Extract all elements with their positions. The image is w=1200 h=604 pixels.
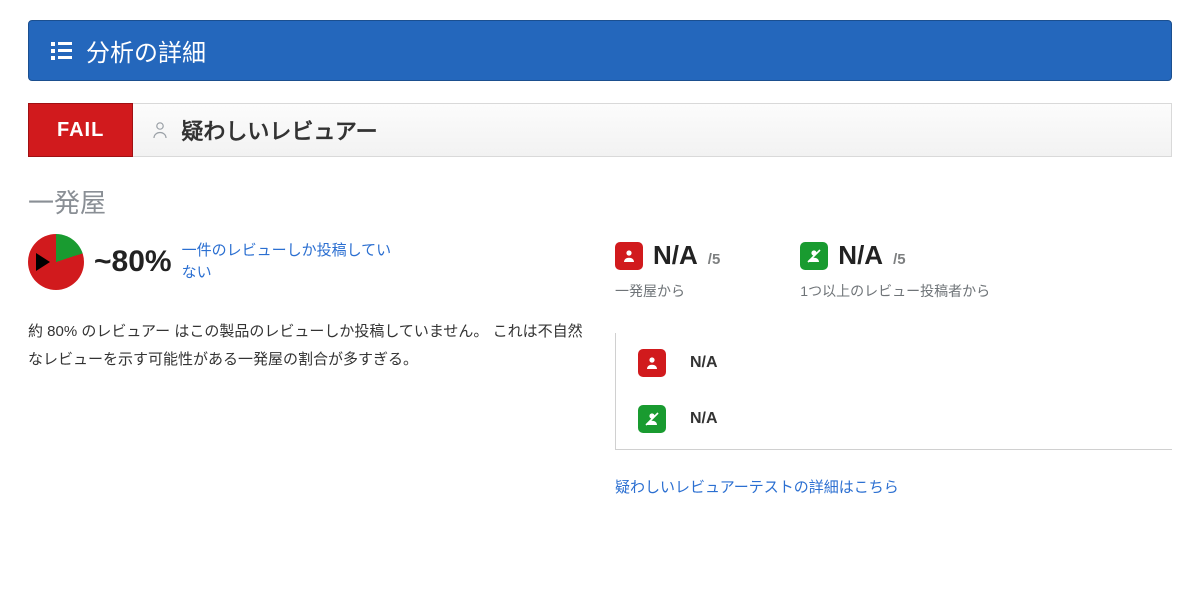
header-title: 分析の詳細: [86, 33, 206, 68]
one-hit-reviewer-icon: [638, 349, 666, 377]
status-badge-fail: FAIL: [28, 103, 133, 157]
pie-chart[interactable]: [28, 234, 84, 290]
list-item: N/A: [638, 405, 1172, 433]
stat-suffix: /5: [708, 251, 721, 268]
multi-reviewer-icon: [800, 242, 828, 270]
status-badge-label: FAIL: [57, 119, 104, 142]
stat-suffix: /5: [893, 251, 906, 268]
list-item: N/A: [638, 349, 1172, 377]
section-header-row: FAIL 疑わしいレビュアー: [28, 103, 1172, 157]
list-item-value: N/A: [690, 354, 718, 372]
section-title-bar[interactable]: 疑わしいレビュアー: [133, 103, 1172, 157]
description-paragraph: 約 80% のレビュアー はこの製品のレビューしか投稿していません。 これは不自…: [28, 318, 585, 374]
list-item-value: N/A: [690, 410, 718, 428]
multi-reviewer-icon: [638, 405, 666, 433]
percentage-value: ~80%: [94, 245, 172, 279]
stat-one-hit: N/A /5 一発屋から: [615, 240, 720, 301]
percentage-stat-row: ~80% 一件のレビューしか投稿していない: [28, 234, 585, 290]
stat-value: N/A: [653, 240, 698, 271]
analysis-detail-header[interactable]: 分析の詳細: [28, 20, 1172, 81]
stat-multi-review: N/A /5 1つ以上のレビュー投稿者から: [800, 240, 990, 301]
single-review-link[interactable]: 一件のレビューしか投稿していない: [182, 240, 402, 285]
right-column: N/A /5 一発屋から N/A /5 1つ以上のレビュー投稿者から: [615, 234, 1172, 497]
rating-stats-row: N/A /5 一発屋から N/A /5 1つ以上のレビュー投稿者から: [615, 240, 1172, 301]
person-suspicious-icon: [151, 120, 169, 140]
stat-label: 一発屋から: [615, 281, 720, 301]
left-column: ~80% 一件のレビューしか投稿していない 約 80% のレビュアー はこの製品…: [28, 234, 585, 497]
one-hit-reviewer-icon: [615, 242, 643, 270]
section-title: 疑わしいレビュアー: [181, 114, 377, 146]
rating-breakdown-list: N/A N/A: [615, 333, 1172, 450]
play-icon: [36, 253, 50, 271]
test-detail-link[interactable]: 疑わしいレビュアーテストの詳細はこちら: [615, 476, 1172, 497]
stat-label: 1つ以上のレビュー投稿者から: [800, 281, 990, 301]
content-grid: ~80% 一件のレビューしか投稿していない 約 80% のレビュアー はこの製品…: [28, 234, 1172, 497]
subsection-title: 一発屋: [28, 183, 1172, 220]
list-icon: [51, 42, 72, 60]
stat-value: N/A: [838, 240, 883, 271]
